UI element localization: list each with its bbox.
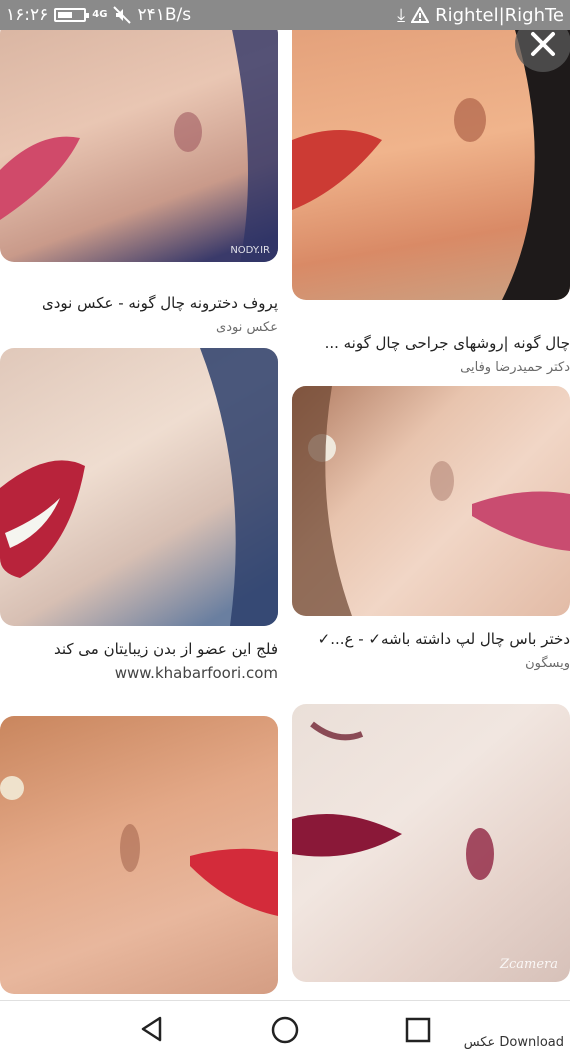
download-icon: ⤓: [397, 4, 406, 26]
image-watermark: NODY.IR: [230, 245, 270, 256]
result-thumbnail[interactable]: [292, 386, 570, 616]
thumbnail-art: [292, 721, 494, 880]
close-icon: [531, 32, 555, 56]
network-type: 4G: [92, 9, 108, 20]
mute-icon: [113, 6, 132, 24]
back-icon[interactable]: [138, 1015, 166, 1043]
status-bar: ۱۶:۲۶ 4G ۲۴۱B/s ⤓ Rightel|RighTe: [0, 0, 570, 30]
result-thumbnail[interactable]: [0, 348, 278, 626]
result-card[interactable]: NODY.IR پروف دخترونه چال گونه - عکس نودی…: [0, 30, 278, 335]
result-title[interactable]: فلج این عضو از بدن زیبایتان می کند: [0, 640, 278, 658]
network-speed: ۲۴۱B/s: [137, 5, 192, 25]
carrier-name: Rightel|RighTe: [435, 4, 564, 26]
result-title[interactable]: پروف دخترونه چال گونه - عکس نودی: [8, 294, 278, 312]
result-title[interactable]: دختر باس چال لپ داشته باشه✓ - ع...✓: [292, 630, 570, 648]
warning-icon: [411, 7, 430, 23]
thumbnail-art: [0, 348, 278, 626]
result-card[interactable]: دختر باس چال لپ داشته باشه✓ - ع...✓ ویسگ…: [292, 386, 570, 686]
result-thumbnail[interactable]: NODY.IR: [0, 30, 278, 262]
result-source: www.khabarfoori.com: [114, 664, 278, 682]
result-card[interactable]: چال گونه |روشهای جراحی چال گونه ... دکتر…: [292, 30, 570, 375]
navigation-bar: Download عکس: [0, 1000, 570, 1053]
result-source: عکس نودی: [216, 320, 278, 335]
result-thumbnail[interactable]: [0, 716, 278, 994]
thumbnail-art: [0, 776, 278, 916]
image-watermark: Zcamera: [499, 957, 558, 972]
site-brand: Download عکس: [463, 1035, 564, 1050]
result-source: ویسگون: [525, 656, 570, 671]
thumbnail-art: [0, 30, 278, 262]
thumbnail-art: [292, 386, 570, 616]
result-card[interactable]: فلج این عضو از بدن زیبایتان می کند www.k…: [0, 348, 278, 688]
result-thumbnail[interactable]: [292, 30, 570, 300]
status-time: ۱۶:۲۶: [6, 5, 49, 25]
battery-icon: [54, 8, 90, 22]
thumbnail-art: [292, 30, 570, 300]
result-card[interactable]: Zcamera: [292, 704, 570, 1000]
home-icon[interactable]: [270, 1015, 300, 1045]
result-title[interactable]: چال گونه |روشهای جراحی چال گونه ...: [292, 334, 570, 352]
result-card[interactable]: [0, 716, 278, 1000]
result-source: دکتر حمیدرضا وفایی: [460, 360, 570, 375]
recents-icon[interactable]: [405, 1017, 431, 1043]
image-results-grid: NODY.IR پروف دخترونه چال گونه - عکس نودی…: [0, 30, 570, 1000]
result-thumbnail[interactable]: Zcamera: [292, 704, 570, 982]
